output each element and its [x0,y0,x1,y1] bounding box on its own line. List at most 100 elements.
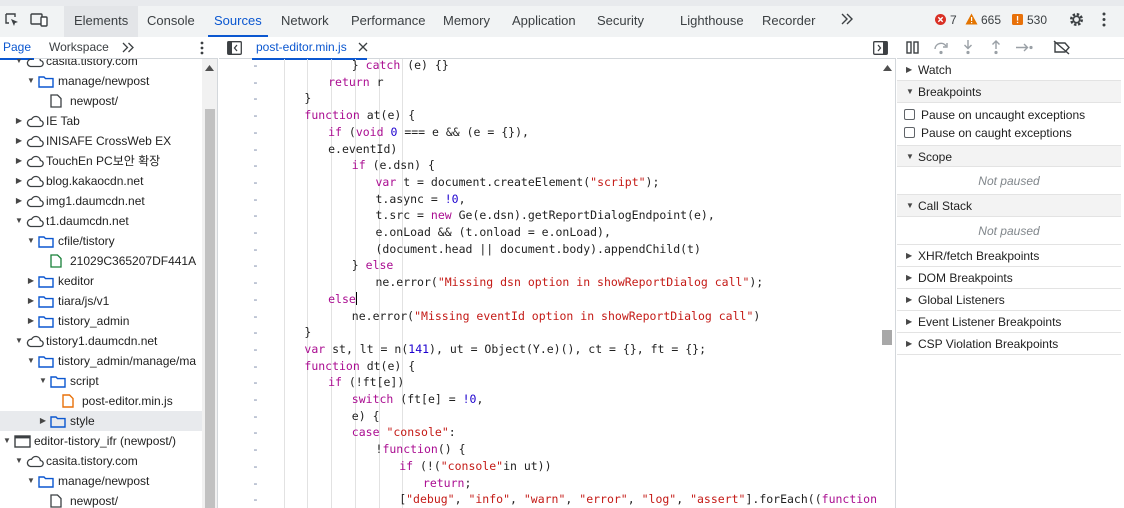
close-tab-icon[interactable] [358,42,368,52]
collapsed-arrow-icon[interactable]: ▶ [26,311,36,331]
tab-network[interactable]: Network [281,6,329,37]
line-gutter-marker[interactable]: - [252,324,259,341]
line-gutter-marker[interactable]: - [252,424,259,441]
expanded-arrow-icon[interactable]: ▼ [14,331,24,351]
pause-caught-option[interactable]: Pause on caught exceptions [897,124,1121,142]
line-gutter-marker[interactable]: - [252,141,259,158]
code-line[interactable]: - e.eventId) [219,141,879,158]
code-line[interactable]: - t.async = !0, [219,191,879,208]
inspect-element-icon[interactable] [4,12,20,28]
editor-scrollbar-thumb[interactable] [882,330,892,345]
code-line[interactable]: - (document.head || document.body).append… [219,241,879,258]
line-gutter-marker[interactable]: - [252,241,259,258]
collapsed-arrow-icon[interactable]: ▶ [14,191,24,211]
line-gutter-marker[interactable]: - [252,107,259,124]
error-count-icon[interactable] [935,14,946,25]
breakpoints-section[interactable]: ▼ Breakpoints [897,81,1121,103]
line-gutter-marker[interactable]: - [252,341,259,358]
expanded-arrow-icon[interactable]: ▼ [14,211,24,231]
tab-security[interactable]: Security [597,6,644,37]
tab-sources[interactable]: Sources [208,6,268,37]
navigator-menu-icon[interactable] [199,41,205,55]
tree-item[interactable]: ▶ style [0,411,202,431]
collapsed-arrow-icon[interactable]: ▶ [14,171,24,191]
code-line[interactable]: - if (e.dsn) { [219,157,879,174]
step-icon[interactable] [1016,41,1034,54]
code-line[interactable]: - e) { [219,408,879,425]
tab-recorder[interactable]: Recorder [762,6,815,37]
tree-item[interactable]: ▶ tistory_admin [0,311,202,331]
scroll-up-arrow-icon[interactable] [205,65,214,71]
more-navigator-tabs-icon[interactable] [122,42,135,53]
scope-section[interactable]: ▼ Scope [897,145,1121,167]
deactivate-breakpoints-icon[interactable] [1053,40,1071,55]
code-line[interactable]: - function dt(e) { [219,358,879,375]
expanded-arrow-icon[interactable]: ▼ [26,351,36,371]
line-gutter-marker[interactable]: - [252,157,259,174]
expanded-arrow-icon[interactable]: ▼ [26,471,36,491]
code-line[interactable]: - switch (ft[e] = !0, [219,391,879,408]
line-gutter-marker[interactable]: - [252,257,259,274]
tab-page[interactable]: Page [0,37,35,60]
code-line[interactable]: - var t = document.createElement("script"… [219,174,879,191]
line-gutter-marker[interactable]: - [252,174,259,191]
error-count[interactable]: 7 [950,6,957,37]
code-line[interactable]: - ne.error("Missing dsn option in showRep… [219,274,879,291]
tree-item[interactable]: ▶ IE Tab [0,111,202,131]
tree-item[interactable]: ▼ casita.tistory.com [0,59,202,71]
line-gutter-marker[interactable]: - [252,124,259,141]
expanded-arrow-icon[interactable]: ▼ [26,231,36,251]
tree-item[interactable]: ▼ cfile/tistory [0,231,202,251]
toggle-debugger-icon[interactable] [873,41,888,55]
step-out-icon[interactable] [990,40,1002,55]
code-line[interactable]: - var st, lt = n(141), ut = Object(Y.e)()… [219,341,879,358]
tree-item[interactable]: ▼ casita.tistory.com [0,451,202,471]
navigator-scrollbar[interactable] [202,59,217,508]
pause-uncaught-option[interactable]: Pause on uncaught exceptions [897,106,1121,124]
code-line[interactable]: - if (void 0 === e && (e = {}), [219,124,879,141]
expanded-arrow-icon[interactable]: ▼ [38,371,48,391]
line-gutter-marker[interactable]: - [252,224,259,241]
watch-section[interactable]: ▶ Watch [897,59,1121,81]
collapsed-arrow-icon[interactable]: ▶ [26,271,36,291]
toggle-navigator-icon[interactable] [227,41,242,55]
code-line[interactable]: - !function() { [219,441,879,458]
csp-violation-breakpoints-section[interactable]: ▶ CSP Violation Breakpoints [897,333,1121,355]
dom-breakpoints-section[interactable]: ▶ DOM Breakpoints [897,267,1121,289]
call-stack-section[interactable]: ▼ Call Stack [897,195,1121,217]
tab-workspace[interactable]: Workspace [49,37,109,59]
editor-scroll-up-arrow-icon[interactable] [883,65,892,71]
line-gutter-marker[interactable]: - [252,491,259,508]
issues-count[interactable]: 530 [1027,6,1047,37]
collapsed-arrow-icon[interactable]: ▶ [38,411,48,431]
device-toolbar-icon[interactable] [30,12,48,28]
line-gutter-marker[interactable]: - [252,458,259,475]
line-gutter-marker[interactable]: - [252,475,259,492]
code-line[interactable]: -} [219,324,879,341]
global-listeners-section[interactable]: ▶ Global Listeners [897,289,1121,311]
code-line[interactable]: -} [219,90,879,107]
code-line[interactable]: - return r [219,74,879,91]
tab-performance[interactable]: Performance [351,6,425,37]
tree-item[interactable]: ▶ blog.kakaocdn.net [0,171,202,191]
tab-elements[interactable]: Elements [64,6,139,37]
line-gutter-marker[interactable]: - [252,191,259,208]
line-gutter-marker[interactable]: - [252,74,259,91]
code-line[interactable]: - t.src = new Ge(e.dsn).getReportDialogEn… [219,207,879,224]
event-listener-breakpoints-section[interactable]: ▶ Event Listener Breakpoints [897,311,1121,333]
xhr-breakpoints-section[interactable]: ▶ XHR/fetch Breakpoints [897,245,1121,267]
step-into-icon[interactable] [962,40,974,55]
line-gutter-marker[interactable]: - [252,408,259,425]
tree-item[interactable]: newpost/ [0,91,202,111]
code-line[interactable]: -} else [219,257,879,274]
tab-application[interactable]: Application [512,6,576,37]
settings-gear-icon[interactable] [1068,11,1085,28]
tree-item[interactable]: ▶ keditor [0,271,202,291]
tree-item[interactable]: ▼ script [0,371,202,391]
line-gutter-marker[interactable]: - [252,274,259,291]
line-gutter-marker[interactable]: - [252,374,259,391]
editor-scrollbar[interactable] [879,59,895,508]
code-line[interactable]: - else [219,291,879,308]
tree-item[interactable]: ▼ editor-tistory_ifr (newpost/) [0,431,202,451]
warning-count[interactable]: 665 [981,6,1001,37]
